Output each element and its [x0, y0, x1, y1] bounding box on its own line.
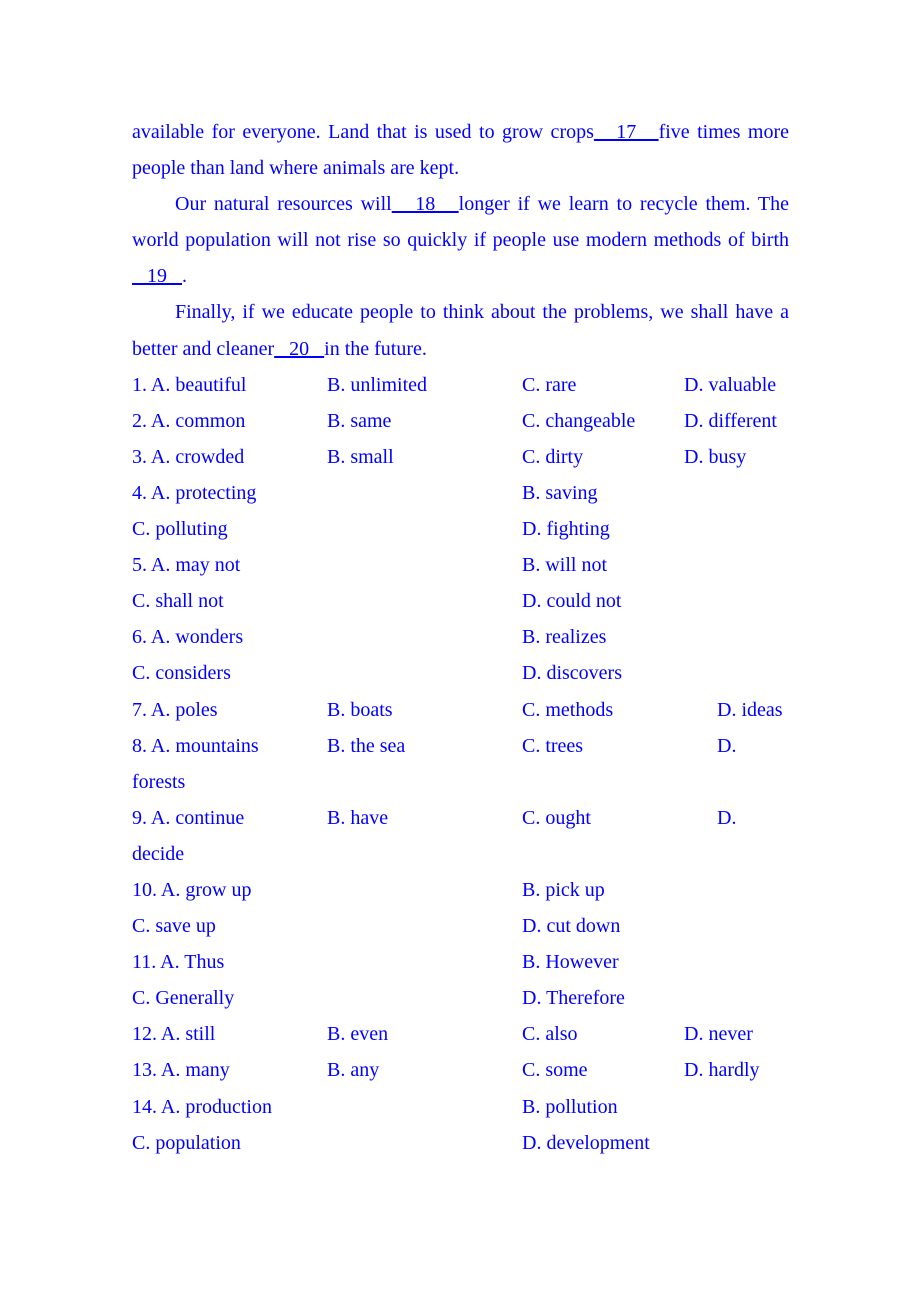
option-c: C. also [522, 1023, 578, 1046]
option-b: B. pick up [522, 878, 605, 901]
option-c: C. rare [522, 373, 577, 396]
option-a: 6. A. wonders [132, 626, 244, 649]
option-c: C. shall not [132, 590, 224, 613]
option-a: 10. A. grow up [132, 878, 252, 901]
option-d: D. [717, 806, 737, 829]
option-d: D. different [684, 409, 777, 432]
option-b: B. even [327, 1023, 389, 1046]
option-c: C. Generally [132, 987, 235, 1010]
question-row: decide [132, 836, 789, 872]
option-b: B. saving [522, 481, 598, 504]
text: in the future. [324, 337, 427, 360]
blank-20: 20 [274, 337, 325, 360]
option-c: C. methods [522, 698, 614, 721]
blank-17: 17 [593, 121, 659, 143]
question-row: C. save up D. cut down [132, 908, 789, 944]
option-a: 4. A. protecting [132, 481, 257, 504]
question-row: 4. A. protecting B. saving [132, 475, 789, 511]
paragraph-1: available for everyone. Land that is use… [132, 114, 789, 186]
option-b: B. pollution [522, 1095, 618, 1118]
option-a: 11. A. Thus [132, 951, 225, 974]
option-a: 3. A. crowded [132, 445, 245, 468]
option-a: 7. A. poles [132, 698, 218, 721]
option-a: 13. A. many [132, 1059, 230, 1082]
text: . [182, 265, 187, 288]
question-row: 8. A. mountains B. the sea C. trees D. [132, 728, 789, 764]
option-d: D. could not [522, 590, 622, 613]
option-d: D. Therefore [522, 987, 625, 1010]
question-row: 5. A. may not B. will not [132, 547, 789, 583]
paragraph-2: Our natural resources will 18 longer if … [132, 186, 789, 294]
option-d-wrap: forests [132, 770, 186, 793]
option-b: B. the sea [327, 734, 406, 757]
option-b: B. any [327, 1059, 380, 1082]
question-row: 6. A. wonders B. realizes [132, 619, 789, 655]
option-d: D. never [684, 1023, 753, 1046]
question-row: 7. A. poles B. boats C. methods D. ideas [132, 692, 789, 728]
question-row: C. shall not D. could not [132, 583, 789, 619]
option-b: B. boats [327, 698, 393, 721]
option-b: B. have [327, 806, 389, 829]
option-b: B. unlimited [327, 373, 427, 396]
question-row: C. Generally D. Therefore [132, 980, 789, 1016]
option-d: D. [717, 734, 737, 757]
option-d: D. cut down [522, 915, 621, 938]
question-row: C. polluting D. fighting [132, 511, 789, 547]
option-d: D. development [522, 1131, 650, 1154]
option-c: C. considers [132, 662, 231, 685]
option-d: D. valuable [684, 373, 777, 396]
question-row: C. considers D. discovers [132, 655, 789, 691]
option-c: C. trees [522, 734, 584, 757]
text: Finally, if we educate people to think a… [132, 301, 789, 360]
question-row: C. population D. development [132, 1125, 789, 1161]
option-a: 1. A. beautiful [132, 373, 247, 396]
question-row: 9. A. continue B. have C. ought D. [132, 800, 789, 836]
question-row: forests [132, 764, 789, 800]
option-c: C. changeable [522, 409, 636, 432]
option-c: C. population [132, 1131, 241, 1154]
option-a: 8. A. mountains [132, 734, 259, 757]
option-b: B. same [327, 409, 392, 432]
question-row: 3. A. crowded B. small C. dirty D. busy [132, 439, 789, 475]
option-c: C. save up [132, 915, 216, 938]
text: available for everyone. Land that is use… [132, 121, 594, 143]
blank-18: 18 [391, 193, 459, 216]
text: Our natural resources will [175, 193, 392, 216]
question-row: 10. A. grow up B. pick up [132, 872, 789, 908]
option-b: B. However [522, 951, 619, 974]
option-c: C. some [522, 1059, 588, 1082]
option-a: 5. A. may not [132, 554, 241, 577]
option-d: D. fighting [522, 518, 610, 541]
option-c: C. ought [522, 806, 591, 829]
option-d: D. busy [684, 445, 747, 468]
option-b: B. will not [522, 554, 608, 577]
option-b: B. small [327, 445, 394, 468]
option-a: 2. A. common [132, 409, 246, 432]
document-page: available for everyone. Land that is use… [132, 114, 789, 1161]
option-a: 14. A. production [132, 1095, 272, 1118]
question-list: 1. A. beautiful B. unlimited C. rare D. val… [132, 367, 789, 1161]
option-a: 12. A. still [132, 1023, 216, 1046]
paragraph-3: Finally, if we educate people to think a… [132, 294, 789, 366]
question-row: 1. A. beautiful B. unlimited C. rare D. val… [132, 367, 789, 403]
question-row: 12. A. still B. even C. also D. never [132, 1016, 789, 1052]
option-a: 9. A. continue [132, 806, 245, 829]
option-d: D. hardly [684, 1059, 760, 1082]
option-d: D. discovers [522, 662, 622, 685]
option-b: B. realizes [522, 626, 607, 649]
question-row: 13. A. many B. any C. some D. hardly [132, 1052, 789, 1088]
option-d-wrap: decide [132, 842, 185, 865]
question-row: 2. A. common B. same C. changeable D. diffe… [132, 403, 789, 439]
question-row: 14. A. production B. pollution [132, 1089, 789, 1125]
option-c: C. polluting [132, 518, 228, 541]
option-d: D. ideas [717, 698, 783, 721]
option-c: C. dirty [522, 445, 584, 468]
question-row: 11. A. Thus B. However [132, 944, 789, 980]
blank-19: 19 [132, 265, 182, 288]
